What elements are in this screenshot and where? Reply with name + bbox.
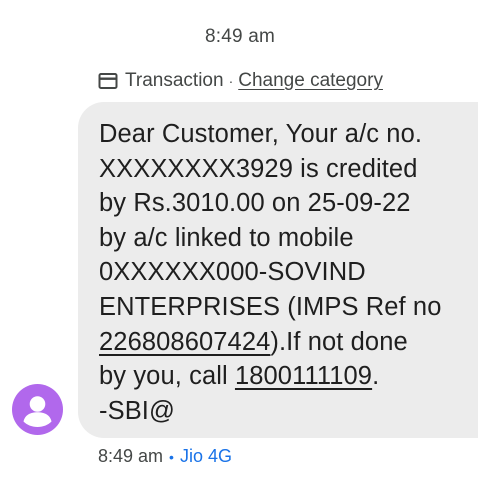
person-icon [12,396,63,435]
network-label: Jio 4G [179,446,232,466]
category-row: Transaction · Change category [98,70,383,92]
category-separator: · [228,73,234,89]
category-label: Transaction [125,70,224,91]
message-link[interactable]: 1800111109 [235,362,372,390]
message-link[interactable]: 226808607424 [99,328,270,356]
message-status-row: 8:49 am • Jio 4G [98,446,232,467]
message-time: 8:49 am [98,446,164,466]
status-separator: • [169,449,174,465]
message-segment: Dear Customer, Your a/c no. XXXXXXXX3929… [99,120,442,321]
change-category-link[interactable]: Change category [238,70,383,92]
message-bubble[interactable]: Dear Customer, Your a/c no. XXXXXXXX3929… [78,102,478,438]
card-icon [98,72,118,90]
conversation-timestamp: 8:49 am [204,26,276,47]
sender-avatar[interactable] [12,384,63,435]
message-text: Dear Customer, Your a/c no. XXXXXXXX3929… [99,117,478,428]
